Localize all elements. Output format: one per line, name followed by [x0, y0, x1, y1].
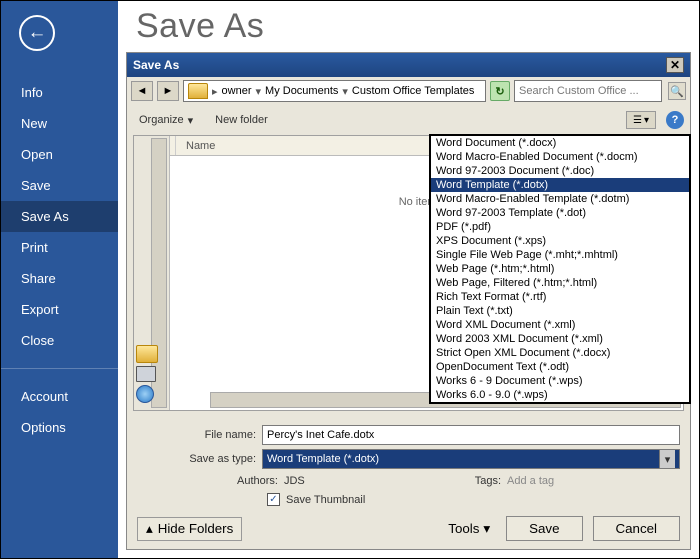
authors-label: Authors: [237, 475, 278, 487]
type-option[interactable]: Word Macro-Enabled Template (*.dotm) [431, 192, 689, 206]
new-folder-button[interactable]: New folder [209, 113, 274, 127]
type-option[interactable]: Plain Text (*.txt) [431, 304, 689, 318]
views-button[interactable]: ☰▾ [626, 111, 656, 129]
sidebar-item-account[interactable]: Account [1, 381, 118, 412]
chevron-right-icon: ▸ [212, 85, 218, 98]
nav-back-button[interactable]: ◄ [131, 81, 153, 101]
type-option[interactable]: Web Page (*.htm;*.html) [431, 262, 689, 276]
chevron-down-icon: ▾ [342, 85, 348, 98]
back-button[interactable]: ← [19, 15, 55, 51]
type-option[interactable]: Single File Web Page (*.mht;*.mhtml) [431, 248, 689, 262]
file-name-input[interactable] [262, 425, 680, 445]
chevron-up-icon: ▴ [146, 521, 153, 537]
help-button[interactable]: ? [666, 111, 684, 129]
chevron-down-icon: ▾ [659, 450, 675, 468]
folder-icon [188, 83, 208, 99]
tools-button[interactable]: Tools ▾ [442, 520, 496, 538]
search-icon: 🔍 [670, 85, 684, 98]
sidebar-item-options[interactable]: Options [1, 412, 118, 443]
type-option[interactable]: Word 97-2003 Document (*.doc) [431, 164, 689, 178]
navigation-pane[interactable] [134, 136, 170, 410]
file-name-label: File name: [137, 429, 262, 441]
type-option[interactable]: Word Document (*.docx) [431, 136, 689, 150]
search-input[interactable]: Search Custom Office ... [514, 80, 662, 102]
sidebar-item-close[interactable]: Close [1, 325, 118, 356]
close-button[interactable]: ✕ [666, 57, 684, 73]
dialog-title: Save As [133, 58, 179, 72]
type-option[interactable]: Word Macro-Enabled Document (*.docm) [431, 150, 689, 164]
save-button[interactable]: Save [506, 516, 582, 541]
search-button[interactable]: 🔍 [668, 82, 686, 100]
column-header-name[interactable]: Name [176, 140, 215, 152]
breadcrumb-item[interactable]: My Documents [265, 85, 338, 97]
save-type-combo[interactable]: Word Template (*.dotx) ▾ [262, 449, 680, 469]
authors-value[interactable]: JDS [284, 475, 305, 487]
save-type-dropdown[interactable]: Word Document (*.docx)Word Macro-Enabled… [429, 134, 691, 404]
tags-label: Tags: [475, 475, 501, 487]
nav-forward-button[interactable]: ► [157, 81, 179, 101]
chevron-right-icon: ► [163, 85, 174, 97]
save-thumbnail-checkbox[interactable]: ✓ Save Thumbnail [267, 493, 365, 506]
breadcrumb-item[interactable]: owner [222, 85, 252, 97]
type-option[interactable]: Works 6.0 - 9.0 (*.wps) [431, 388, 689, 402]
tags-value[interactable]: Add a tag [507, 475, 554, 487]
sidebar-item-save[interactable]: Save [1, 170, 118, 201]
type-option[interactable]: Strict Open XML Document (*.docx) [431, 346, 689, 360]
type-option[interactable]: Word Template (*.dotx) [431, 178, 689, 192]
checkbox-icon: ✓ [267, 493, 280, 506]
type-option[interactable]: OpenDocument Text (*.odt) [431, 360, 689, 374]
sidebar-item-info[interactable]: Info [1, 77, 118, 108]
page-title: Save As [118, 1, 699, 52]
type-option[interactable]: Works 6 - 9 Document (*.wps) [431, 374, 689, 388]
type-option[interactable]: PDF (*.pdf) [431, 220, 689, 234]
sidebar-item-print[interactable]: Print [1, 232, 118, 263]
computer-icon[interactable] [136, 366, 156, 382]
chevron-left-icon: ◄ [137, 85, 148, 97]
chevron-down-icon: ▾ [256, 85, 262, 98]
chevron-down-icon: ▾ [188, 114, 194, 127]
help-icon: ? [672, 114, 679, 126]
close-icon: ✕ [670, 58, 680, 72]
type-option[interactable]: Word 97-2003 Template (*.dot) [431, 206, 689, 220]
chevron-down-icon: ▾ [483, 521, 490, 537]
cancel-button[interactable]: Cancel [593, 516, 681, 541]
sidebar-item-new[interactable]: New [1, 108, 118, 139]
type-option[interactable]: Web Page, Filtered (*.htm;*.html) [431, 276, 689, 290]
folder-icon[interactable] [136, 345, 158, 363]
sidebar-item-share[interactable]: Share [1, 263, 118, 294]
refresh-icon: ↻ [495, 85, 504, 98]
type-option[interactable]: XPS Document (*.xps) [431, 234, 689, 248]
hide-folders-button[interactable]: ▴ Hide Folders [137, 517, 242, 541]
sidebar-item-open[interactable]: Open [1, 139, 118, 170]
save-as-dialog: Save As ✕ ◄ ► ▸ owner ▾ My Documents ▾ C… [126, 52, 691, 550]
type-option[interactable]: Rich Text Format (*.rtf) [431, 290, 689, 304]
refresh-button[interactable]: ↻ [490, 81, 510, 101]
sidebar-item-export[interactable]: Export [1, 294, 118, 325]
sidebar-item-save-as[interactable]: Save As [1, 201, 118, 232]
backstage-sidebar: ← InfoNewOpenSaveSave AsPrintShareExport… [1, 1, 118, 558]
globe-icon[interactable] [136, 385, 154, 403]
type-option[interactable]: Word 2003 XML Document (*.xml) [431, 332, 689, 346]
breadcrumb[interactable]: ▸ owner ▾ My Documents ▾ Custom Office T… [183, 80, 486, 102]
save-type-label: Save as type: [137, 453, 262, 465]
organize-button[interactable]: Organize ▾ [133, 113, 199, 128]
type-option[interactable]: Word XML Document (*.xml) [431, 318, 689, 332]
breadcrumb-item[interactable]: Custom Office Templates [352, 85, 474, 97]
arrow-left-icon: ← [28, 22, 47, 44]
